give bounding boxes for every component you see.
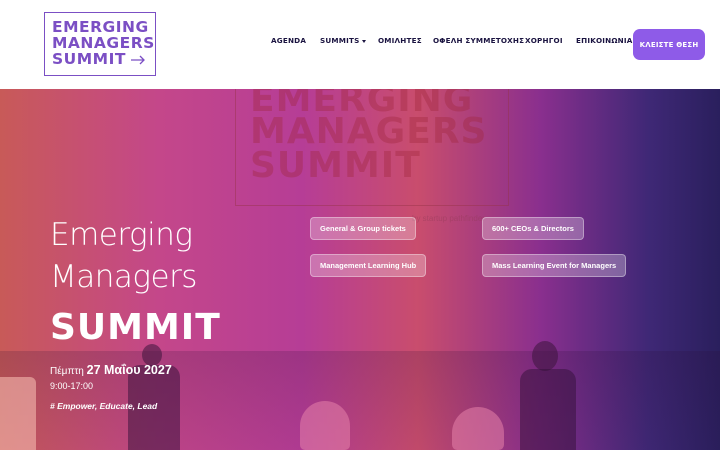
nav-item-benefits[interactable]: ΟΦΕΛΗ ΣΥΜΜΕΤΟΧΗΣ xyxy=(433,36,524,45)
hero-bg-text-3: SUMMIT xyxy=(250,145,421,186)
arrow-right-icon xyxy=(130,55,145,64)
logo-line-1: EMERGING xyxy=(52,18,149,36)
event-time: 9:00-17:00 xyxy=(50,381,94,391)
hero-title-line-2: Managers xyxy=(50,259,197,295)
event-hashtag: # Empower, Educate, Lead xyxy=(50,401,158,411)
hero-bg-subtitle: by startup pathfinder xyxy=(412,214,485,223)
pill-mass-learning[interactable]: Mass Learning Event for Managers xyxy=(482,254,627,277)
speaker-right-body xyxy=(520,369,576,450)
caret-down-icon xyxy=(362,39,367,43)
chair-right xyxy=(452,407,504,450)
nav-item-summits[interactable]: SUMMITS xyxy=(320,36,367,45)
chair-left xyxy=(300,401,350,450)
nav-item-speakers[interactable]: ΟΜΙΛΗΤΕΣ xyxy=(378,36,422,45)
nav-item-agenda[interactable]: AGENDA xyxy=(271,36,306,45)
hero-section: EMERGING MANAGERS SUMMIT by startup path… xyxy=(0,89,720,450)
logo-line-3: SUMMIT xyxy=(52,51,155,67)
site-logo[interactable]: EMERGING MANAGERS SUMMIT xyxy=(44,12,156,76)
nav-item-contact[interactable]: ΕΠΙΚΟΙΝΩΝΙΑ xyxy=(576,36,633,45)
nav-item-sponsors[interactable]: ΧΟΡΗΓΟΙ xyxy=(525,36,563,45)
logo-line-2: MANAGERS xyxy=(52,34,155,52)
hero-title-summit: SUMMIT xyxy=(50,307,221,348)
event-date: Πέμπτη 27 Μαΐου 2027 xyxy=(50,363,172,377)
hero-title-line-1: Emerging xyxy=(50,217,193,253)
pill-ceos-directors[interactable]: 600+ CEOs & Directors xyxy=(482,217,584,240)
pill-learning-hub[interactable]: Management Learning Hub xyxy=(310,254,427,277)
pill-tickets[interactable]: General & Group tickets xyxy=(310,217,416,240)
speaker-right-head xyxy=(532,341,558,371)
site-header: EMERGING MANAGERS SUMMIT AGENDA SUMMITS … xyxy=(0,0,720,89)
podium xyxy=(0,377,36,450)
book-seat-button[interactable]: ΚΛΕΙΣΤΕ ΘΕΣΗ xyxy=(633,29,705,60)
